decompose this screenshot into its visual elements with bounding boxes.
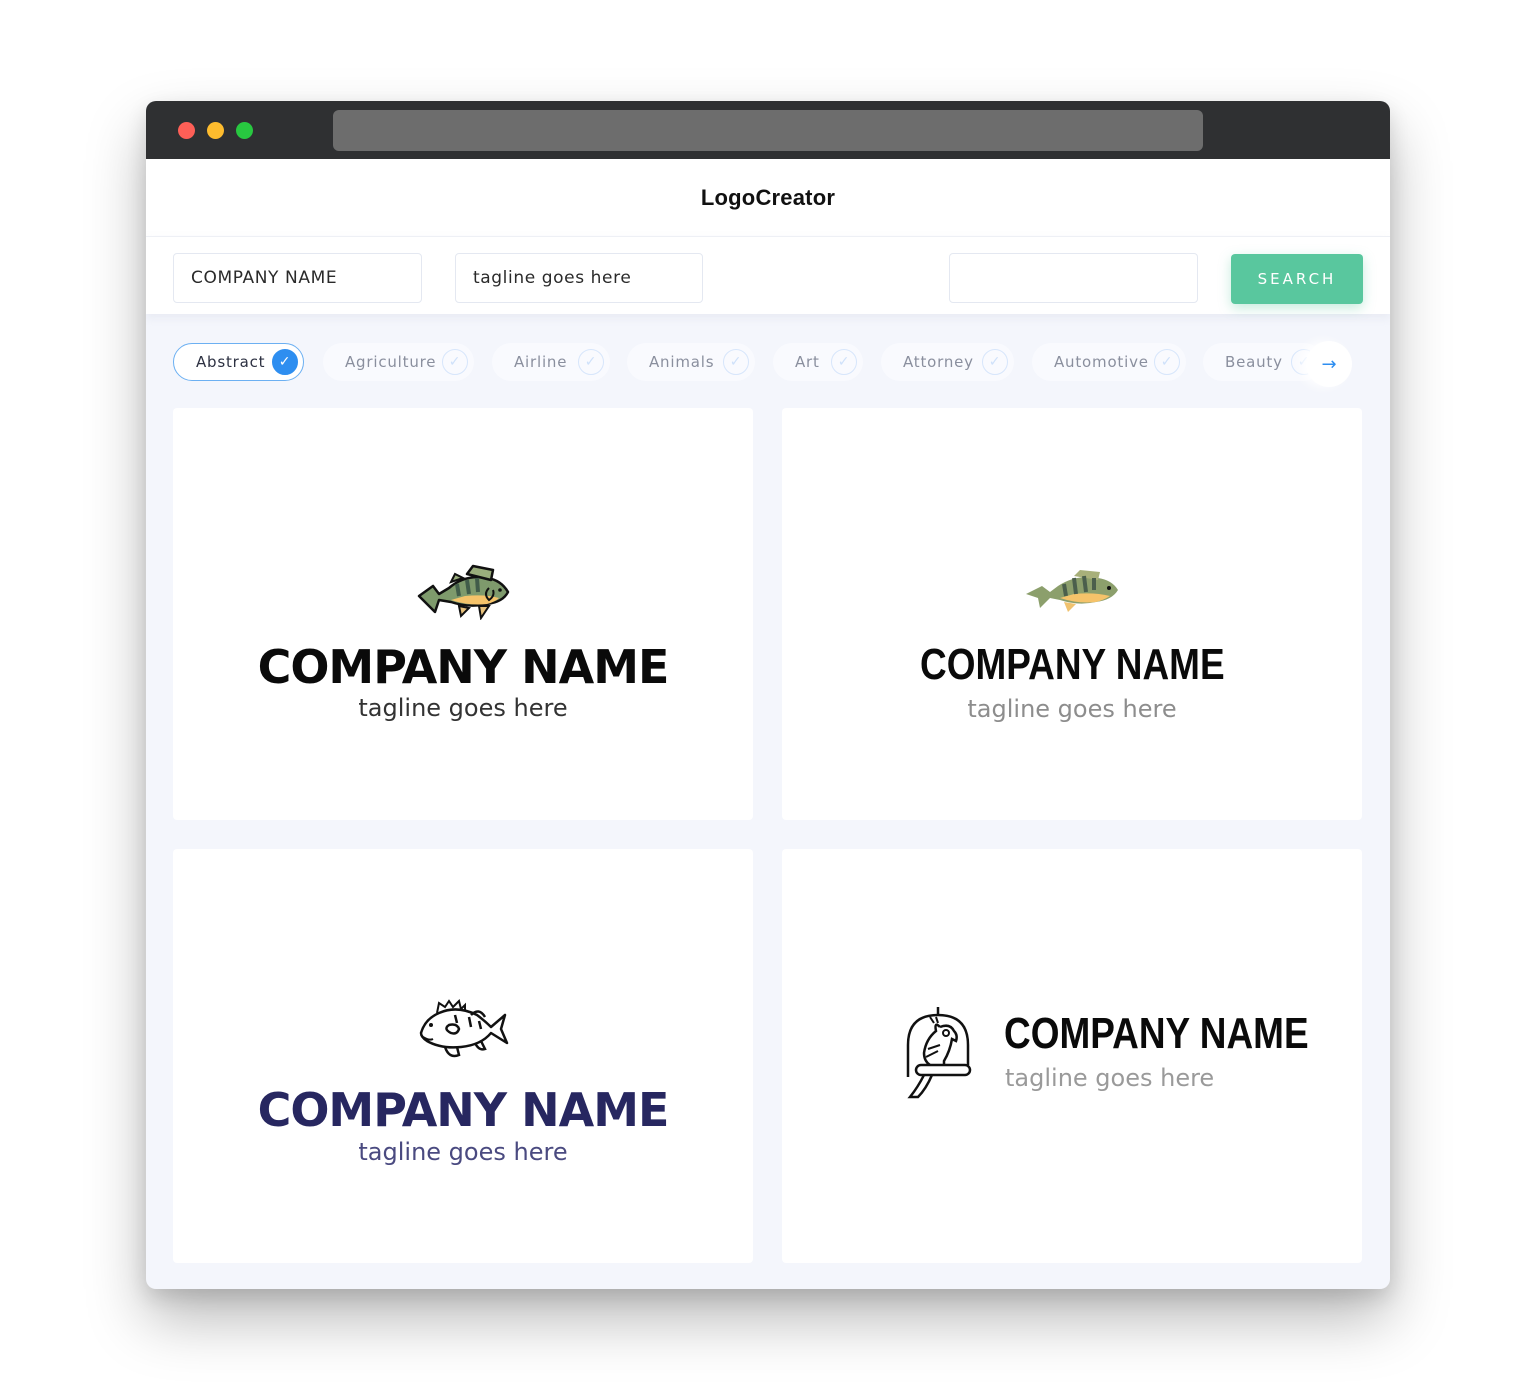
check-icon: ✓ — [272, 349, 298, 375]
categories-next-button[interactable]: → — [1306, 341, 1352, 387]
category-label: Animals — [649, 353, 715, 371]
category-chip-art[interactable]: Art ✓ — [773, 343, 863, 381]
tagline-text: tagline goes here — [358, 694, 568, 722]
category-label: Abstract — [196, 353, 266, 371]
perch-fish-flat-icon — [1024, 568, 1120, 620]
tagline-text: tagline goes here — [358, 1138, 568, 1166]
company-name-input[interactable] — [173, 253, 422, 303]
search-bar: SEARCH — [146, 236, 1390, 314]
tagline-text: tagline goes here — [967, 695, 1177, 723]
address-bar[interactable] — [333, 110, 1203, 151]
perch-fish-colored-outlined-icon — [415, 564, 511, 624]
company-name-text: COMPANY NAME — [257, 640, 670, 694]
tagline-text: tagline goes here — [1005, 1064, 1215, 1092]
maximize-window-button[interactable] — [236, 122, 253, 139]
logo-card[interactable]: COMPANY NAME tagline goes here — [173, 849, 753, 1263]
minimize-window-button[interactable] — [207, 122, 224, 139]
brand-logo[interactable]: LogoCreator — [701, 185, 835, 211]
logo-text-group: COMPANY NAME — [1004, 1009, 1367, 1059]
category-label: Airline — [514, 353, 568, 371]
close-window-button[interactable] — [178, 122, 195, 139]
tagline-input[interactable] — [455, 253, 703, 303]
category-label: Agriculture — [345, 353, 437, 371]
category-chip-agriculture[interactable]: Agriculture ✓ — [323, 343, 474, 381]
company-name-text: COMPANY NAME — [919, 640, 1225, 689]
app-header: LogoCreator — [146, 159, 1390, 236]
category-label: Automotive — [1054, 353, 1149, 371]
perch-fish-line-icon — [415, 999, 511, 1067]
category-label: Attorney — [903, 353, 974, 371]
logo-card[interactable]: COMPANY NAME tagline goes here — [173, 408, 753, 820]
company-name-text: COMPANY NAME — [257, 1083, 670, 1137]
category-chip-beauty[interactable]: Beauty ✓ — [1203, 343, 1323, 381]
check-icon: ✓ — [578, 349, 604, 375]
logo-tagline-group: tagline goes here — [1005, 1064, 1214, 1092]
company-name-text: COMPANY NAME — [1004, 1009, 1309, 1058]
parrot-in-cage-icon — [904, 1005, 974, 1105]
category-label: Art — [795, 353, 820, 371]
category-chip-animals[interactable]: Animals ✓ — [627, 343, 755, 381]
category-chip-abstract[interactable]: Abstract ✓ — [173, 343, 304, 381]
category-chip-automotive[interactable]: Automotive ✓ — [1032, 343, 1186, 381]
category-label: Beauty — [1225, 353, 1283, 371]
category-chip-airline[interactable]: Airline ✓ — [492, 343, 610, 381]
search-button[interactable]: SEARCH — [1231, 254, 1363, 304]
logo-card[interactable]: COMPANY NAME tagline goes here — [782, 408, 1362, 820]
category-filter-bar: Abstract ✓ Agriculture ✓ Airline ✓ Anima… — [173, 341, 1363, 387]
keyword-input[interactable] — [949, 253, 1198, 303]
browser-window: LogoCreator SEARCH Abstract ✓ Agricultur… — [146, 101, 1390, 1289]
browser-titlebar — [146, 101, 1390, 159]
category-chip-attorney[interactable]: Attorney ✓ — [881, 343, 1014, 381]
check-icon: ✓ — [723, 349, 749, 375]
check-icon: ✓ — [1154, 349, 1180, 375]
logo-card[interactable]: COMPANY NAME tagline goes here — [782, 849, 1362, 1263]
check-icon: ✓ — [442, 349, 468, 375]
check-icon: ✓ — [982, 349, 1008, 375]
arrow-right-icon: → — [1321, 353, 1337, 375]
check-icon: ✓ — [831, 349, 857, 375]
